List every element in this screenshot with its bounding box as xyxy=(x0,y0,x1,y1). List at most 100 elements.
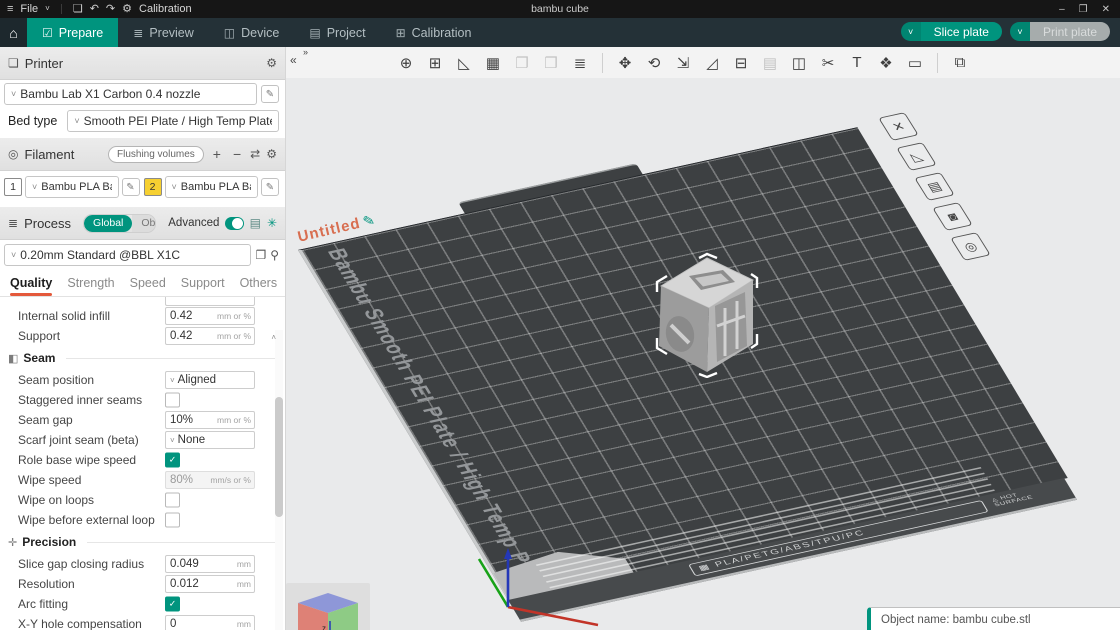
rotate-icon[interactable]: ⟲ xyxy=(641,50,667,76)
undo-icon[interactable]: ↶ xyxy=(90,4,99,15)
print-options-chevron-icon[interactable]: ˅ xyxy=(1010,22,1030,41)
printer-preset-dropdown[interactable]: ˅ Bambu Lab X1 Carbon 0.4 nozzle xyxy=(4,83,257,105)
edit-printer-icon[interactable]: ✎ xyxy=(261,85,279,103)
param-input[interactable]: 0.42mm or % xyxy=(165,307,255,325)
split-parts-icon[interactable]: ◫ xyxy=(786,50,812,76)
filament-settings-gear-icon[interactable]: ⚙ xyxy=(266,147,277,161)
model-bambu-cube[interactable] xyxy=(647,246,765,378)
search-params-icon[interactable]: ⚲ xyxy=(270,248,279,262)
lay-on-face-icon[interactable]: ◿ xyxy=(699,50,725,76)
home-button[interactable]: ⌂ xyxy=(0,18,27,47)
redo-icon[interactable]: ↷ xyxy=(106,4,115,15)
process-preset-dropdown[interactable]: ˅ 0.20mm Standard @BBL X1C xyxy=(4,244,251,266)
scope-global[interactable]: Global xyxy=(84,215,132,232)
plate-stripe xyxy=(546,484,992,583)
plate-settings-icon[interactable]: ◎ xyxy=(950,232,991,261)
tab-calibration[interactable]: ⊞Calibration xyxy=(381,18,487,47)
save-preset-icon[interactable]: ❐ xyxy=(255,248,266,262)
customize-icon[interactable]: ✳ xyxy=(267,216,277,230)
advanced-toggle[interactable] xyxy=(225,217,243,230)
bambu-studio-window: ≡ File ˅ ❏ ↶ ↷ ⚙ Calibration bambu cube … xyxy=(0,0,1120,630)
object-info-panel[interactable]: Object name: bambu cube.stl ˅ xyxy=(867,607,1120,630)
titlebar-divider xyxy=(61,4,62,14)
tab-project[interactable]: ▤Project xyxy=(294,18,380,47)
auto-orient-icon[interactable]: ◺ xyxy=(451,50,477,76)
print-plate-button[interactable]: ˅ Print plate xyxy=(1010,22,1110,41)
hot-surface-warning: ◬ HOT SURFACE xyxy=(991,490,1034,507)
calibration-gear-icon[interactable]: ⚙ xyxy=(122,4,132,15)
orient-plate-icon[interactable]: ◺ xyxy=(896,142,937,171)
slice-plate-button[interactable]: ˅ Slice plate xyxy=(901,22,1002,41)
restore-button[interactable]: ❐ xyxy=(1079,4,1088,15)
param-checkbox[interactable]: ✓ xyxy=(165,453,180,468)
slice-options-chevron-icon[interactable]: ˅ xyxy=(901,22,921,41)
arrange-plate-icon[interactable]: ▤ xyxy=(914,172,955,201)
move-icon[interactable]: ✥ xyxy=(612,50,638,76)
scope-objects[interactable]: Objects xyxy=(132,215,156,232)
add-plate-icon[interactable]: ⊞ xyxy=(422,50,448,76)
param-checkbox[interactable] xyxy=(165,393,180,408)
param-input[interactable]: 80%mm/s or % xyxy=(165,471,255,489)
rename-plate-pencil-icon[interactable]: ✎ xyxy=(361,211,377,229)
param-tab-strength[interactable]: Strength xyxy=(67,270,114,296)
tab-prepare[interactable]: ☑Prepare xyxy=(27,18,118,47)
param-checkbox[interactable]: ✓ xyxy=(165,597,180,612)
filament-dropdown[interactable]: ˅Bambu PLA Basic xyxy=(165,176,259,198)
process-scope-toggle[interactable]: Global Objects xyxy=(83,214,156,233)
param-input[interactable]: 10%mm or % xyxy=(165,411,255,429)
filament-slot-id[interactable]: 2 xyxy=(144,178,162,196)
add-filament-button[interactable]: + xyxy=(210,146,224,162)
param-tab-quality[interactable]: Quality xyxy=(10,270,52,296)
measure-icon[interactable]: ▭ xyxy=(902,50,928,76)
paint-icon[interactable]: ❖ xyxy=(873,50,899,76)
param-dropdown[interactable]: ˅Aligned xyxy=(165,371,255,389)
cut-icon[interactable]: ✂ xyxy=(815,50,841,76)
param-tab-speed[interactable]: Speed xyxy=(130,270,166,296)
minimize-button[interactable]: – xyxy=(1059,4,1065,15)
calibration-menu[interactable]: Calibration xyxy=(139,3,192,15)
param-row: Staggered inner seams xyxy=(0,390,285,410)
file-menu-chevron-icon[interactable]: ˅ xyxy=(45,5,50,13)
bambu-logo-icon: ▦ xyxy=(697,563,711,573)
param-checkbox[interactable] xyxy=(165,513,180,528)
scroll-up-icon[interactable]: ˄ xyxy=(271,333,276,342)
param-tab-support[interactable]: Support xyxy=(181,270,225,296)
printer-settings-gear-icon[interactable]: ⚙ xyxy=(266,56,277,70)
navigation-cube[interactable]: z xyxy=(286,583,370,630)
text-icon[interactable]: T xyxy=(844,50,870,76)
param-input[interactable]: 0mm xyxy=(165,615,255,630)
edit-filament-icon[interactable]: ✎ xyxy=(122,178,140,196)
bed-type-dropdown[interactable]: ˅ Smooth PEI Plate / High Temp Plate xyxy=(67,110,279,132)
close-button[interactable]: ✕ xyxy=(1102,4,1110,15)
file-menu[interactable]: File xyxy=(20,3,38,15)
scale-icon[interactable]: ⇲ xyxy=(670,50,696,76)
compare-presets-icon[interactable]: ▤ xyxy=(250,216,261,230)
layers-icon[interactable]: ≣ xyxy=(567,50,593,76)
tab-preview[interactable]: ≣Preview xyxy=(118,18,209,47)
sync-filament-icon[interactable]: ⇄ xyxy=(250,147,260,161)
param-tab-others[interactable]: Others xyxy=(240,270,278,296)
filament-dropdown[interactable]: ˅Bambu PLA Basic xyxy=(25,176,119,198)
viewport-3d[interactable]: ⊕⊞◺▦❐❒≣✥⟲⇲◿⊟▤◫✂T❖▭⧉ « » Bambu Smooth PEI… xyxy=(286,47,1120,630)
arrange-icon[interactable]: ▦ xyxy=(480,50,506,76)
remove-filament-button[interactable]: − xyxy=(230,146,244,162)
param-input[interactable]: 0.012mm xyxy=(165,575,255,593)
filament-slot-id[interactable]: 1 xyxy=(4,178,22,196)
hamburger-menu-icon[interactable]: ≡ xyxy=(7,4,13,15)
param-dropdown[interactable]: ˅None xyxy=(165,431,255,449)
delete-plate-icon[interactable]: ✕ xyxy=(878,112,919,141)
params-scrollbar-thumb[interactable] xyxy=(275,397,283,517)
new-project-icon[interactable]: ❏ xyxy=(73,4,83,15)
assembly-icon[interactable]: ⧉ xyxy=(947,50,973,76)
flushing-volumes-button[interactable]: Flushing volumes xyxy=(108,146,204,163)
collapse-sidebar-button[interactable]: « » xyxy=(290,49,308,67)
param-checkbox[interactable] xyxy=(165,493,180,508)
param-input[interactable]: 0.049mm xyxy=(165,555,255,573)
split-objects-icon[interactable]: ⊟ xyxy=(728,50,754,76)
edit-filament-icon[interactable]: ✎ xyxy=(261,178,279,196)
toolbar-separator xyxy=(937,53,938,73)
tab-device[interactable]: ◫Device xyxy=(209,18,295,47)
add-object-icon[interactable]: ⊕ xyxy=(393,50,419,76)
param-input[interactable]: 0.42mm or % xyxy=(165,327,255,345)
lock-plate-icon[interactable]: ◙ xyxy=(932,202,973,231)
